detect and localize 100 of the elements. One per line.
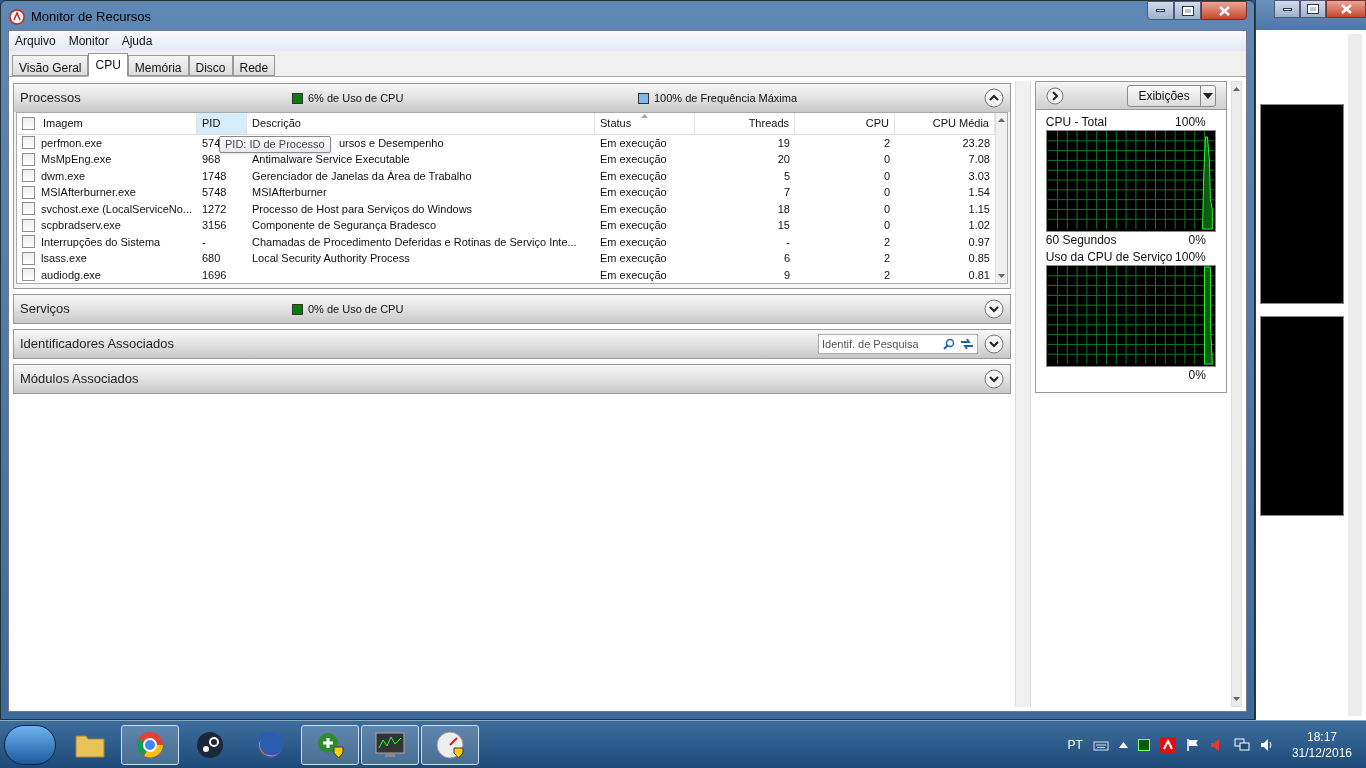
scroll-up-icon[interactable] [998, 118, 1005, 122]
keyboard-icon[interactable] [1092, 738, 1109, 751]
monitor-icon [375, 731, 405, 758]
tab[interactable]: Visão Geral [12, 55, 89, 76]
scroll-down-icon[interactable] [998, 274, 1005, 278]
table-cell-text: Em execução [600, 152, 667, 167]
menu-item[interactable]: Arquivo [15, 32, 56, 50]
close-icon [1340, 4, 1352, 14]
maximize-button[interactable] [1300, 0, 1326, 18]
graph-min-label: 0% [1188, 232, 1207, 248]
tab[interactable]: Disco [188, 55, 233, 76]
refresh-icon[interactable] [959, 337, 975, 351]
checkbox[interactable] [22, 235, 35, 249]
column-header[interactable]: PID [197, 113, 247, 134]
table-cell-text: Gerenciador de Janelas da Área de Trabalho [252, 168, 472, 184]
scroll-up-icon[interactable] [1232, 87, 1240, 91]
table-cell-text: 0 [883, 201, 890, 217]
checkbox[interactable] [22, 116, 35, 130]
flag-icon[interactable] [1185, 737, 1200, 752]
table-cell-text: perfmon.exe [41, 135, 103, 151]
collapse-icon[interactable] [984, 88, 1004, 108]
checkbox[interactable] [22, 251, 35, 265]
expand-icon[interactable] [1045, 86, 1064, 105]
tab[interactable]: Rede [232, 55, 276, 76]
search-icon[interactable] [943, 338, 955, 350]
views-button[interactable]: Exibições [1127, 84, 1216, 107]
table-cell-text: 0 [883, 185, 890, 200]
table-cell-text: MsMpEng.exe [41, 152, 112, 167]
table-cell-text: Chamadas de Procedimento Deferidas e Rotinas de Serviço Inte... [252, 234, 577, 250]
table-cell-text: MSIAfterburner.exe [41, 185, 136, 200]
close-button[interactable] [1326, 0, 1366, 18]
expand-icon[interactable] [984, 299, 1004, 319]
table-cell-text: 2 [883, 267, 890, 283]
section-title: Serviços [20, 300, 71, 319]
checkbox[interactable] [22, 169, 35, 183]
table-cell-text: 680 [202, 251, 221, 266]
table-cell-text: 0.85 [968, 251, 990, 266]
network-icon[interactable] [1233, 737, 1250, 752]
table-cell-text: 1.15 [968, 201, 990, 217]
scroll-down-icon[interactable] [1232, 697, 1240, 701]
expand-icon[interactable] [984, 369, 1004, 389]
search-bar[interactable]: Identif. de Pesquisa [818, 334, 978, 354]
close-icon [1218, 5, 1230, 16]
table-cell-text: 1748 [202, 168, 227, 184]
start-button[interactable] [4, 724, 56, 765]
time-span-label: 60 Segundos [1045, 232, 1117, 248]
table-cell-text: 18 [777, 201, 790, 217]
table-cell-text: Em execução [600, 201, 667, 217]
table-cell-text: 15 [777, 218, 790, 233]
table-cell-text: MSIAfterburner [252, 185, 327, 200]
table-cell-text: 7.08 [968, 152, 990, 167]
table-cell-text: 0 [883, 168, 890, 184]
language-indicator[interactable]: PT [1067, 735, 1083, 754]
table-cell-text: Antimalware Service Executable [252, 152, 410, 167]
scrollbar[interactable] [995, 113, 1007, 283]
usage-label: 6% de Uso de CPU [308, 90, 404, 106]
checkbox[interactable] [22, 136, 35, 150]
table-cell-text: 5 [783, 168, 790, 184]
usage-label: 100% de Frequência Máxima [654, 90, 798, 106]
tab[interactable]: Memória [127, 55, 189, 76]
up-arrow-icon[interactable] [1118, 741, 1128, 748]
minimize-button[interactable] [1147, 1, 1174, 20]
table-cell-text: 1696 [202, 267, 227, 283]
steam-icon [196, 730, 224, 759]
usage-label: 0% de Uso de CPU [308, 301, 404, 317]
section-title: Módulos Associados [20, 370, 140, 389]
volume-icon[interactable] [1259, 737, 1274, 752]
table-cell-text: Em execução [600, 267, 667, 283]
checkbox[interactable] [22, 202, 35, 216]
table-cell-text: 19 [777, 135, 790, 151]
table-cell-text: audiodg.exe [41, 267, 101, 283]
table-cell-text: Local Security Authority Process [252, 251, 410, 266]
table-cell-text: Interrupções do Sistema [41, 234, 161, 250]
taskbar-button[interactable] [361, 724, 419, 765]
menu-item[interactable]: Monitor [68, 32, 109, 50]
table-cell-text: Em execução [600, 251, 667, 266]
clock[interactable]: 18:17 31/12/2016 [1291, 728, 1352, 761]
checkbox[interactable] [22, 152, 35, 166]
checkbox[interactable] [22, 185, 35, 199]
gauge-icon [436, 730, 464, 759]
table-cell-text: svchost.exe (LocalServiceNo... [41, 201, 192, 217]
table-cell-text: 0.81 [968, 267, 990, 283]
table-cell-text: 968 [202, 152, 221, 167]
checkbox[interactable] [22, 268, 35, 282]
table-cell-text: 2 [883, 234, 890, 250]
round-logo-icon [136, 730, 164, 759]
close-button[interactable] [1201, 1, 1247, 20]
graph-max-label: 100% [1175, 249, 1207, 265]
expand-icon[interactable] [984, 334, 1004, 354]
tab[interactable]: CPU [88, 53, 128, 77]
search-field[interactable]: Identif. de Pesquisa [819, 335, 943, 353]
maximize-button[interactable] [1174, 1, 1201, 20]
table-cell-text: 0 [883, 152, 890, 167]
minimize-button[interactable] [1274, 0, 1300, 18]
menu-item[interactable]: Ajuda [121, 32, 153, 50]
checkbox[interactable] [22, 218, 35, 232]
shield-icon [316, 730, 344, 759]
table-cell-text: 2 [883, 251, 890, 266]
scrollbar[interactable] [1230, 81, 1242, 707]
table-cell-text: ursos e Desempenho [339, 135, 444, 151]
